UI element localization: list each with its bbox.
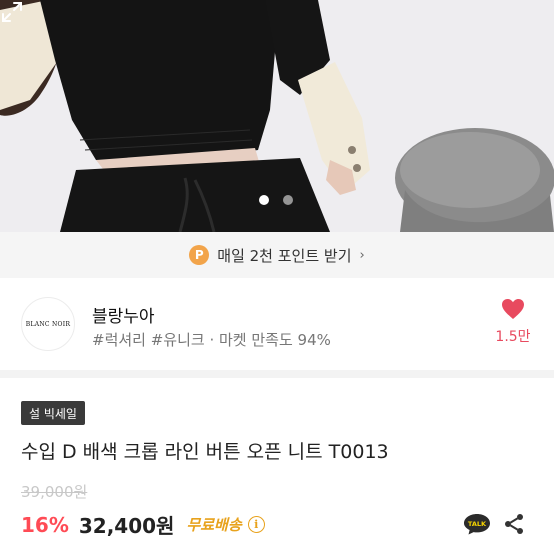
discount-rate: 16% [21,512,69,537]
talk-icon-label: TALK [468,520,487,528]
sale-price: 32,400원 [78,514,175,538]
heart-icon [502,299,524,319]
shop-logo-text: BLANC NOIR [25,320,71,328]
shop-info[interactable]: BLANC NOIR 블랑누아 #럭셔리 #유니크 · 마켓 만족도 94% 1… [0,278,554,370]
talk-icon[interactable]: TALK [463,513,491,535]
shop-tags: #럭셔리 #유니크 · 마켓 만족도 94% [92,331,331,349]
shop-name[interactable]: 블랑누아 [92,302,155,327]
point-icon: P [189,245,210,265]
original-price: 39,000원 [21,483,88,501]
expand-icon[interactable] [0,0,24,24]
carousel-dot-1[interactable] [259,195,269,205]
carousel-dot-2[interactable] [283,195,293,205]
free-shipping-label: 무료배송 [186,516,242,534]
point-banner[interactable]: P 매일 2천 포인트 받기 › [0,232,554,278]
shop-logo[interactable]: BLANC NOIR [21,297,75,351]
product-title: 수입 D 배색 크롭 라인 버튼 오픈 니트 T0013 [21,441,389,463]
product-image[interactable] [0,0,554,232]
like-count: 1.5만 [495,329,531,345]
carousel-indicator [259,195,293,205]
point-banner-text: 매일 2천 포인트 받기 [217,246,352,265]
section-divider [0,370,554,378]
share-icon[interactable] [502,512,526,536]
price-row: 16% 32,400원 무료배송 i [21,510,265,539]
info-icon[interactable]: i [247,516,265,533]
sale-badge: 설 빅세일 [21,401,85,425]
chevron-right-icon: › [359,247,365,263]
like-button[interactable]: 1.5만 [494,298,532,346]
